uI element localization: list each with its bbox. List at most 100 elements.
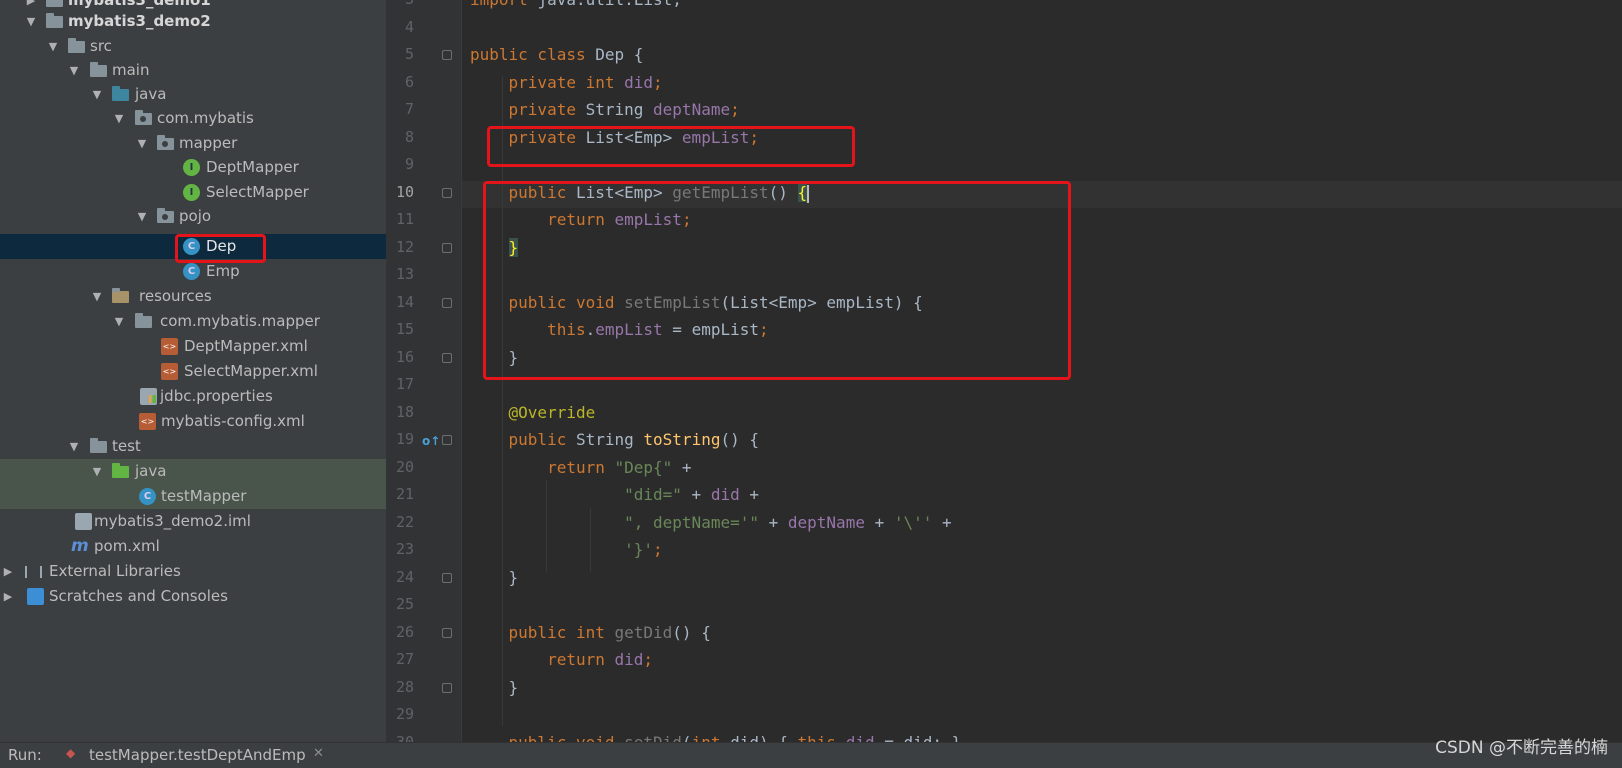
highlight-box-dep (175, 234, 266, 263)
chevron-down-icon[interactable]: ▼ (112, 106, 126, 131)
tree-item-mapper[interactable]: ▼ mapper (0, 131, 386, 156)
chevron-down-icon[interactable]: ▼ (135, 131, 149, 156)
xml-file-icon: <> (139, 413, 156, 430)
code-line: '}'; (470, 536, 663, 563)
code-token: public class (470, 45, 596, 64)
tree-item-pom-xml[interactable]: m pom.xml (0, 534, 386, 559)
line-number: 10 (395, 183, 414, 201)
chevron-down-icon[interactable]: ▼ (24, 9, 38, 34)
tree-item-label: DeptMapper (206, 158, 299, 176)
chevron-down-icon[interactable]: ▼ (112, 309, 126, 334)
code-token: '}' (624, 540, 654, 559)
tree-item-label: main (112, 61, 150, 79)
tree-item-com-mybatis[interactable]: ▼ com.mybatis (0, 106, 386, 131)
tree-item-label: External Libraries (49, 562, 181, 580)
xml-file-icon: <> (161, 363, 178, 380)
code-line: private String deptName; (470, 96, 740, 123)
tree-item-src[interactable]: ▼ src (0, 34, 386, 59)
override-method-icon[interactable]: o↑ (422, 434, 442, 450)
tree-item-jdbc-properties[interactable]: jdbc.properties (0, 384, 386, 409)
tree-item-mybatis3-demo2[interactable]: ▼ mybatis3_demo2 (0, 9, 386, 34)
highlight-box-accessors (483, 181, 1071, 380)
code-token: + (932, 513, 952, 532)
maven-icon: m (71, 536, 89, 556)
code-token: } (470, 568, 519, 587)
line-number: 17 (395, 375, 414, 393)
code-token: + (739, 485, 759, 504)
code-token: setDid (624, 733, 682, 742)
tree-item-label: SelectMapper (206, 183, 309, 201)
tree-item-external-libraries[interactable]: ▶ External Libraries (0, 559, 386, 584)
chevron-down-icon[interactable]: ▼ (67, 58, 81, 83)
tree-item-main[interactable]: ▼ main (0, 58, 386, 83)
fold-marker-icon[interactable] (442, 243, 452, 253)
chevron-down-icon[interactable]: ▼ (90, 82, 104, 107)
fold-marker-icon[interactable] (442, 50, 452, 60)
highlight-box-field (487, 126, 855, 167)
fold-marker-icon[interactable] (442, 353, 452, 363)
fold-marker-icon[interactable] (442, 188, 452, 198)
chevron-down-icon[interactable]: ▼ (46, 34, 60, 59)
tree-item-com-mybatis-mapper[interactable]: ▼ com.mybatis.mapper (0, 309, 386, 334)
line-number: 8 (404, 128, 414, 146)
tree-item-test-java[interactable]: ▼ java (0, 459, 386, 484)
tree-item-test[interactable]: ▼ test (0, 434, 386, 459)
chevron-right-icon[interactable]: ▶ (1, 559, 15, 584)
code-token: deptName (653, 100, 731, 119)
tree-item-scratches[interactable]: ▶ Scratches and Consoles (0, 584, 386, 609)
fold-marker-icon[interactable] (442, 683, 452, 693)
code-editor[interactable]: import java.util.List; public class Dep {… (462, 0, 1622, 742)
chevron-down-icon[interactable]: ▼ (67, 434, 81, 459)
chevron-down-icon[interactable]: ▼ (90, 284, 104, 309)
tree-item-pojo[interactable]: ▼ pojo (0, 204, 386, 229)
tree-item-iml[interactable]: mybatis3_demo2.iml (0, 509, 386, 534)
code-token: "Dep{" (614, 458, 673, 477)
tree-item-mybatis-config-xml[interactable]: <> mybatis-config.xml (0, 409, 386, 434)
module-folder-icon (46, 0, 63, 7)
line-number: 27 (395, 650, 414, 668)
line-number: 15 (395, 320, 414, 338)
chevron-right-icon[interactable]: ▶ (1, 584, 15, 609)
resources-folder-icon (112, 288, 129, 303)
code-token: did (846, 733, 875, 742)
code-token: + (681, 485, 711, 504)
code-token: ; (653, 73, 663, 92)
code-line: return did; (470, 646, 653, 673)
project-tool-window: ▶ mybatis3_demo1 ▼ mybatis3_demo2 ▼ src … (0, 0, 386, 742)
tree-item-selectmapper-xml[interactable]: <> SelectMapper.xml (0, 359, 386, 384)
fold-marker-icon[interactable] (442, 573, 452, 583)
chevron-down-icon[interactable]: ▼ (90, 459, 104, 484)
line-number: 19 (395, 430, 414, 448)
fold-marker-icon[interactable] (442, 628, 452, 638)
chevron-down-icon[interactable]: ▼ (135, 204, 149, 229)
code-token: '\'' (893, 513, 933, 532)
tree-item-label: DeptMapper.xml (184, 337, 308, 355)
properties-file-icon (140, 388, 157, 405)
line-number: 9 (404, 155, 414, 173)
code-token: String (575, 430, 644, 449)
tree-item-label: jdbc.properties (160, 387, 273, 405)
tree-item-label: pojo (179, 207, 212, 225)
line-number: 13 (395, 265, 414, 283)
code-token: ", deptName='" (624, 513, 759, 532)
tree-item-testmapper[interactable]: C testMapper (0, 484, 386, 509)
tree-item-deptmapper[interactable]: I DeptMapper (0, 155, 386, 180)
tree-item-selectmapper[interactable]: I SelectMapper (0, 180, 386, 205)
tree-item-deptmapper-xml[interactable]: <> DeptMapper.xml (0, 334, 386, 359)
tree-item-label: com.mybatis (157, 109, 254, 127)
code-token: did) { (730, 733, 797, 742)
run-tab-label[interactable]: testMapper.testDeptAndEmp (89, 746, 306, 764)
tree-item-label: test (112, 437, 141, 455)
code-token: public int (508, 623, 615, 642)
libraries-icon (25, 566, 42, 578)
tree-item-java[interactable]: ▼ java (0, 82, 386, 107)
fold-marker-icon[interactable] (442, 435, 452, 445)
watermark: CSDN @不断完善的楠 (1435, 738, 1608, 758)
close-icon[interactable]: ✕ (313, 746, 324, 761)
tree-item-resources[interactable]: ▼ resources (0, 284, 386, 309)
fold-marker-icon[interactable] (442, 298, 452, 308)
source-folder-icon (112, 86, 129, 101)
